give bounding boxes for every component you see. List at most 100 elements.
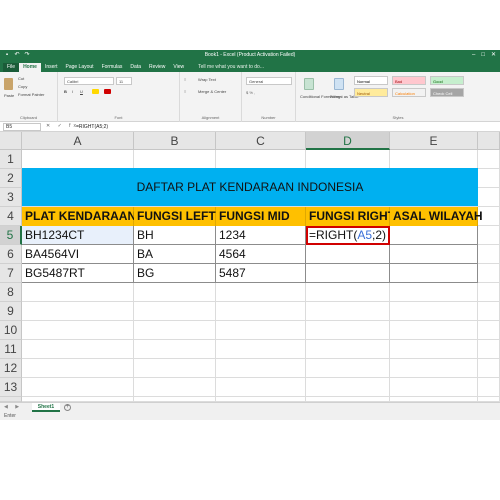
cell-a5[interactable]: BH1234CT: [22, 226, 134, 245]
tab-review[interactable]: Review: [145, 63, 169, 72]
empty-cell[interactable]: [478, 283, 500, 302]
empty-cell[interactable]: [306, 378, 390, 397]
number-format-box[interactable]: General: [246, 77, 292, 85]
empty-cell[interactable]: [478, 150, 500, 169]
row-header-7[interactable]: 7: [0, 264, 22, 283]
empty-cell[interactable]: [216, 378, 306, 397]
empty-cell[interactable]: [134, 283, 216, 302]
align-icon[interactable]: ≡: [184, 77, 186, 82]
close-icon[interactable]: ✕: [491, 52, 496, 59]
empty-cell[interactable]: [22, 359, 134, 378]
row-header-2[interactable]: 2: [0, 169, 22, 188]
empty-cell[interactable]: [306, 283, 390, 302]
select-all-corner[interactable]: [0, 132, 22, 150]
add-sheet-icon[interactable]: +: [64, 404, 71, 411]
font-color-icon[interactable]: [104, 89, 111, 94]
empty-cell[interactable]: [390, 283, 478, 302]
header-fungsi-right[interactable]: FUNGSI RIGHT: [306, 207, 395, 226]
empty-cell[interactable]: [478, 359, 500, 378]
tab-formulas[interactable]: Formulas: [98, 63, 127, 72]
font-size-box[interactable]: 11: [116, 77, 132, 85]
cell-d6[interactable]: [306, 245, 390, 264]
column-header-e[interactable]: E: [390, 132, 478, 150]
row-header-4[interactable]: 4: [0, 207, 22, 226]
empty-cell[interactable]: [22, 340, 134, 359]
header-fungsi-mid[interactable]: FUNGSI MID: [216, 207, 306, 226]
number-format-icons[interactable]: $ % ,: [246, 90, 255, 95]
empty-cell[interactable]: [390, 150, 478, 169]
tab-home[interactable]: Home: [19, 63, 41, 72]
tab-insert[interactable]: Insert: [41, 63, 62, 72]
style-neutral[interactable]: Neutral: [354, 88, 388, 97]
empty-cell[interactable]: [306, 302, 390, 321]
empty-cell[interactable]: [216, 302, 306, 321]
font-name-box[interactable]: Calibri: [64, 77, 114, 85]
empty-cell[interactable]: [22, 378, 134, 397]
format-painter-button[interactable]: Format Painter: [18, 92, 44, 97]
row-header-1[interactable]: 1: [0, 150, 22, 169]
empty-cell[interactable]: [390, 340, 478, 359]
paste-icon[interactable]: [4, 78, 13, 90]
row-header-6[interactable]: 6: [0, 245, 22, 264]
tab-view[interactable]: View: [169, 63, 188, 72]
cell-e6[interactable]: [390, 245, 478, 264]
style-calculation[interactable]: Calculation: [392, 88, 426, 97]
empty-cell[interactable]: [216, 340, 306, 359]
empty-cell[interactable]: [478, 321, 500, 340]
cell-a6[interactable]: BA4564VI: [22, 245, 134, 264]
header-asal-wilayah[interactable]: ASAL WILAYAH: [390, 207, 483, 226]
cell-c6[interactable]: 4564: [216, 245, 306, 264]
empty-cell[interactable]: [478, 226, 500, 245]
style-check-cell[interactable]: Check Cell: [430, 88, 464, 97]
cell-b7[interactable]: BG: [134, 264, 216, 283]
empty-cell[interactable]: [478, 169, 500, 188]
empty-cell[interactable]: [478, 340, 500, 359]
cell-e7[interactable]: [390, 264, 478, 283]
cell-c5[interactable]: 1234: [216, 226, 306, 245]
cell-b5[interactable]: BH: [134, 226, 216, 245]
cell-c7[interactable]: 5487: [216, 264, 306, 283]
cell-d5-formula[interactable]: =RIGHT(A5;2): [306, 226, 390, 245]
wrap-text-button[interactable]: Wrap Text: [198, 77, 216, 82]
cell-d7[interactable]: [306, 264, 390, 283]
style-normal[interactable]: Normal: [354, 76, 388, 85]
row-header-10[interactable]: 10: [0, 321, 22, 340]
tell-me-box[interactable]: Tell me what you want to do...: [194, 63, 268, 72]
empty-cell[interactable]: [216, 359, 306, 378]
underline-icon[interactable]: U: [80, 89, 83, 94]
row-header-13[interactable]: 13: [0, 378, 22, 397]
empty-cell[interactable]: [22, 321, 134, 340]
empty-cell[interactable]: [306, 340, 390, 359]
empty-cell[interactable]: [216, 150, 306, 169]
empty-cell[interactable]: [134, 321, 216, 340]
sheet-tab-sheet1[interactable]: Sheet1: [32, 403, 60, 412]
name-box[interactable]: B5: [3, 123, 41, 131]
row-header-12[interactable]: 12: [0, 359, 22, 378]
column-header-a[interactable]: A: [22, 132, 134, 150]
empty-cell[interactable]: [134, 359, 216, 378]
empty-cell[interactable]: [390, 359, 478, 378]
empty-cell[interactable]: [390, 321, 478, 340]
empty-cell[interactable]: [216, 321, 306, 340]
empty-cell[interactable]: [22, 283, 134, 302]
empty-cell[interactable]: [478, 188, 500, 207]
empty-cell[interactable]: [22, 150, 134, 169]
empty-cell[interactable]: [134, 378, 216, 397]
copy-button[interactable]: Copy: [18, 84, 27, 89]
tab-data[interactable]: Data: [126, 63, 145, 72]
row-header-9[interactable]: 9: [0, 302, 22, 321]
fill-color-icon[interactable]: [92, 89, 99, 94]
column-header-f[interactable]: [478, 132, 500, 150]
bold-icon[interactable]: B: [64, 89, 67, 94]
column-header-c[interactable]: C: [216, 132, 306, 150]
row-header-5[interactable]: 5: [0, 226, 22, 245]
merge-center-button[interactable]: Merge & Center: [198, 89, 226, 94]
empty-cell[interactable]: [22, 302, 134, 321]
cell-e5[interactable]: [390, 226, 478, 245]
empty-cell[interactable]: [134, 150, 216, 169]
title-banner[interactable]: DAFTAR PLAT KENDARAAN INDONESIA: [22, 168, 478, 206]
empty-cell[interactable]: [478, 302, 500, 321]
empty-cell[interactable]: [390, 378, 478, 397]
cut-button[interactable]: Cut: [18, 76, 24, 81]
empty-cell[interactable]: [478, 264, 500, 283]
